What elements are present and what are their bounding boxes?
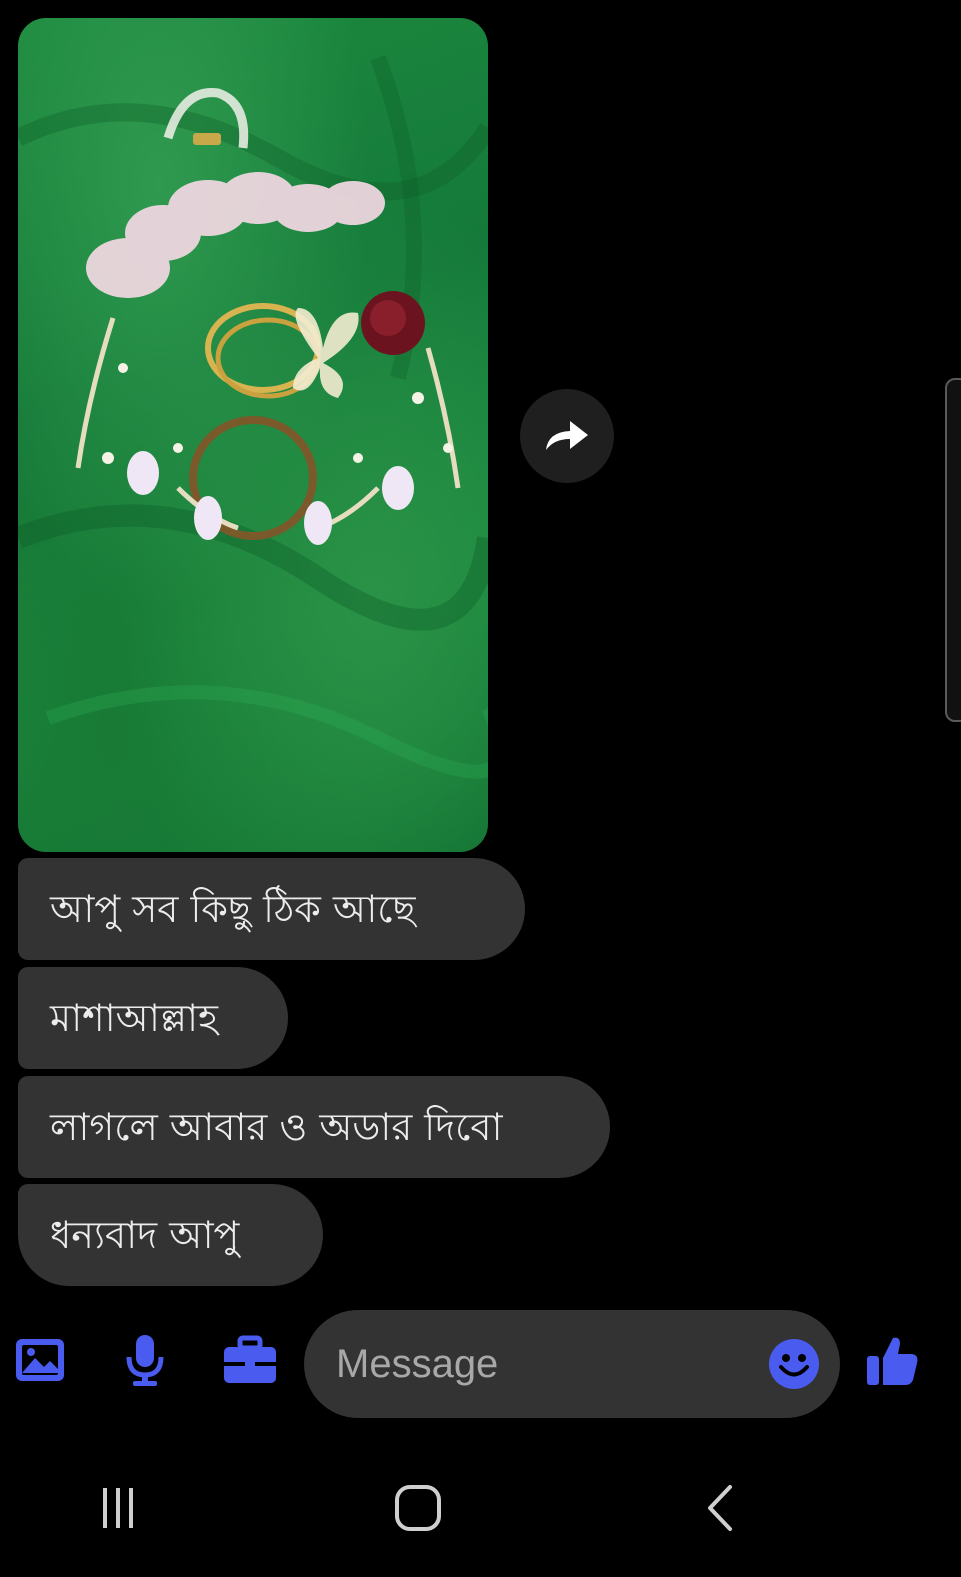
briefcase-icon [224,1335,276,1383]
message-bubble[interactable]: ধন্যবাদ আপু [18,1184,323,1286]
message-bubble[interactable]: আপু সব কিছু ঠিক আছে [18,858,525,960]
forward-button[interactable] [520,389,614,483]
recents-icon [103,1488,133,1528]
message-text: মাশাআল্লাহ [50,996,218,1040]
recents-button[interactable] [88,1480,148,1536]
toolbox-button[interactable] [220,1330,280,1390]
home-icon [395,1485,441,1531]
gallery-button[interactable] [10,1330,70,1390]
message-text: আপু সব কিছু ঠিক আছে [50,887,416,931]
message-bubble[interactable]: লাগলে আবার ও অডার দিবো [18,1076,610,1178]
emoji-icon[interactable] [768,1338,820,1390]
message-input[interactable]: Message [304,1310,840,1418]
photo-message[interactable] [18,18,488,852]
back-button[interactable] [690,1480,750,1536]
forward-arrow-icon [546,421,588,450]
jewelry-photo [18,55,488,779]
microphone-icon [126,1335,164,1386]
message-placeholder: Message [336,1342,499,1386]
message-text: ধন্যবাদ আপু [50,1213,240,1257]
back-icon [708,1485,732,1531]
scroll-handle[interactable] [945,378,961,722]
microphone-button[interactable] [115,1330,175,1390]
message-text: লাগলে আবার ও অডার দিবো [50,1105,503,1149]
thumbs-up-icon [867,1337,918,1385]
gallery-icon [16,1339,64,1381]
message-bubble[interactable]: মাশাআল্লাহ [18,967,288,1069]
like-button[interactable] [862,1330,922,1390]
home-button[interactable] [388,1480,448,1536]
